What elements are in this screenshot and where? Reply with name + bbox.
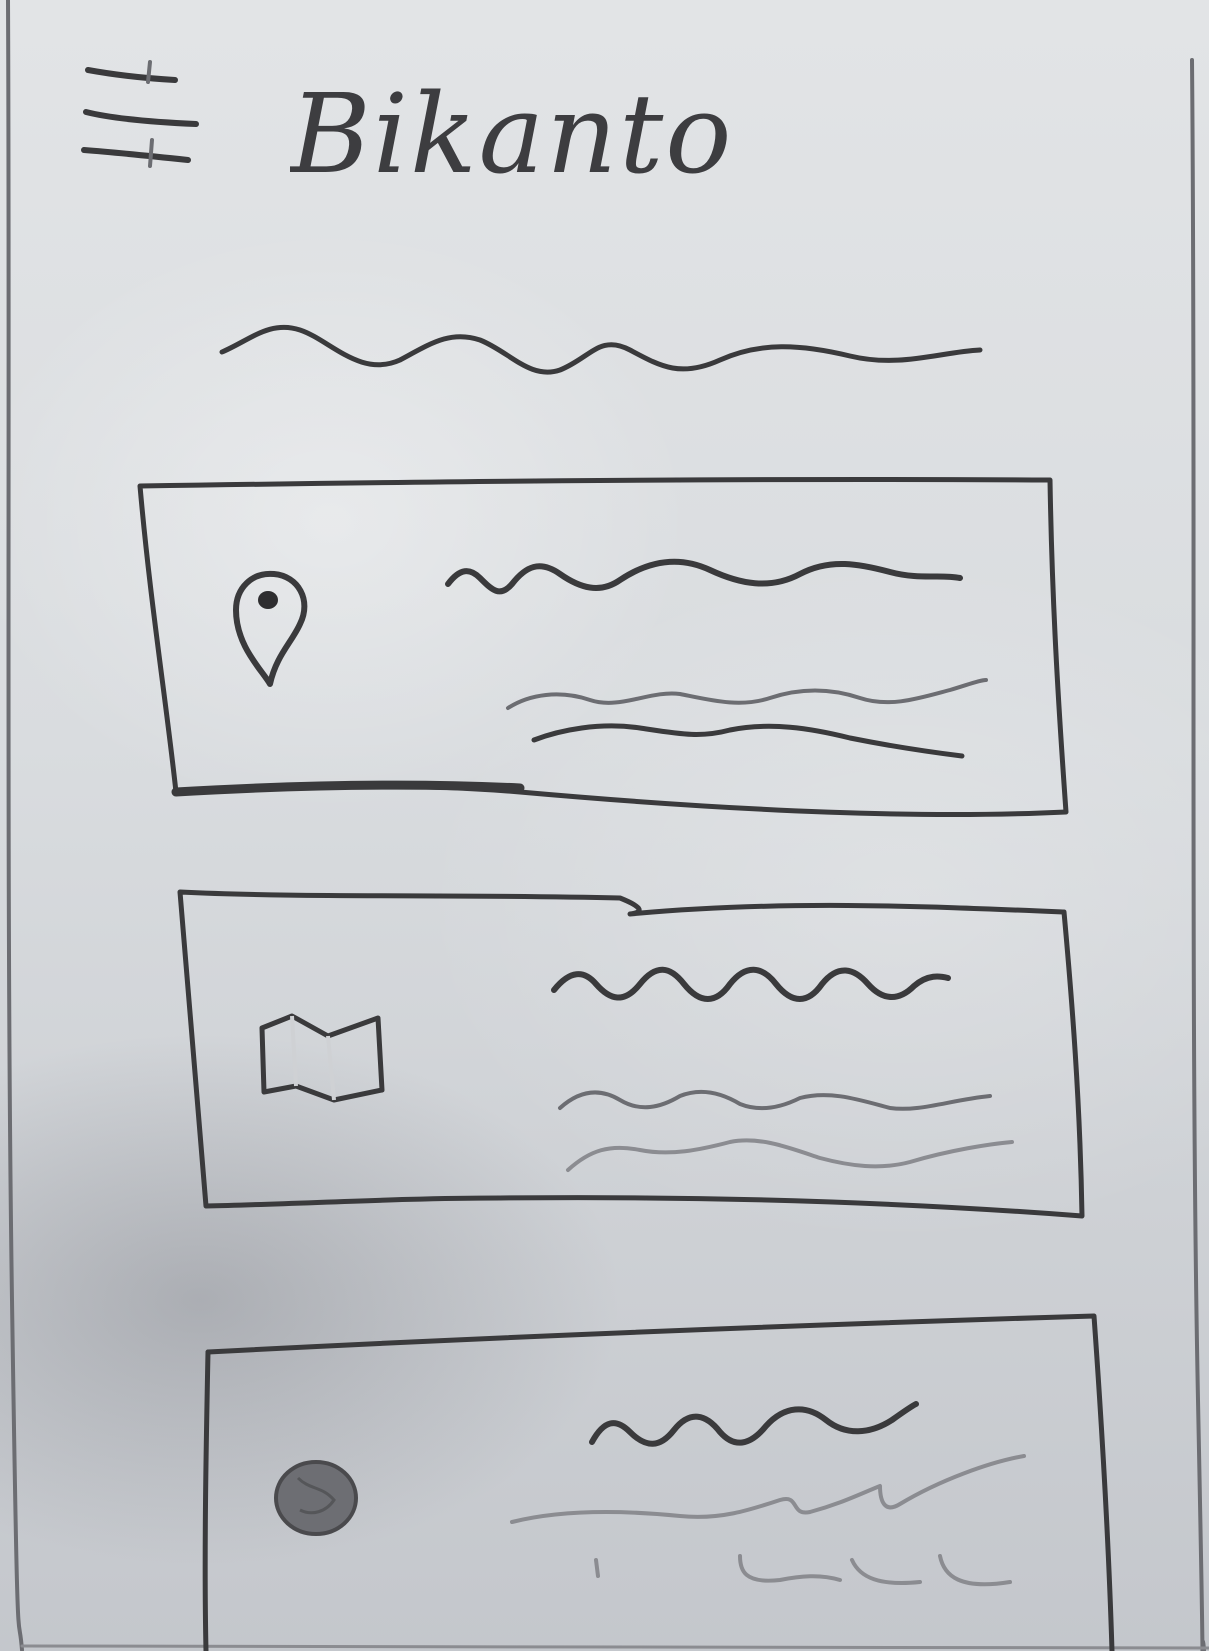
sketch-sheet: Bikanto: [0, 0, 1209, 1651]
card-3-description-placeholder: [510, 1454, 1026, 1587]
